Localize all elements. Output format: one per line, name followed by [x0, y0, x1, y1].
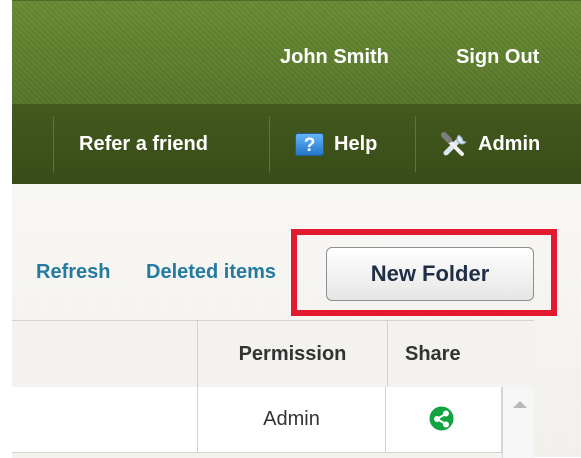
deleted-items-link[interactable]: Deleted items [146, 261, 276, 284]
vertical-scrollbar[interactable] [502, 387, 534, 458]
nav-admin[interactable]: Admin [441, 129, 540, 159]
share-icon[interactable] [429, 406, 454, 431]
nav-admin-label: Admin [478, 132, 541, 155]
top-user-bar: John Smith Sign Out [12, 0, 581, 105]
highlight-box [291, 229, 557, 316]
nav-divider [269, 116, 270, 172]
nav-help-label: Help [334, 132, 378, 155]
user-name-link[interactable]: John Smith [280, 46, 389, 69]
refresh-link[interactable]: Refresh [36, 261, 110, 284]
help-icon: ? [295, 132, 324, 156]
sign-out-link[interactable]: Sign Out [456, 46, 539, 69]
file-table: Permission Share Admin [12, 320, 534, 458]
main-navigation: Refer a friend ? Help Admin [12, 104, 581, 184]
share-column-header[interactable]: Share [387, 321, 534, 387]
tools-icon [441, 131, 467, 156]
table-row[interactable]: Admin [12, 387, 534, 453]
content-area: Refresh Deleted items New Folder Permiss… [12, 184, 581, 458]
permission-column-header[interactable]: Permission [197, 321, 388, 387]
nav-divider [53, 116, 54, 172]
nav-divider [415, 116, 416, 172]
permission-cell: Admin [197, 387, 386, 452]
nav-help[interactable]: ? Help [295, 129, 377, 159]
table-header: Permission Share [12, 321, 534, 388]
nav-refer-a-friend-label: Refer a friend [79, 132, 208, 155]
scroll-up-icon[interactable] [513, 401, 527, 408]
share-cell [387, 387, 502, 452]
nav-refer-a-friend[interactable]: Refer a friend [79, 129, 208, 159]
